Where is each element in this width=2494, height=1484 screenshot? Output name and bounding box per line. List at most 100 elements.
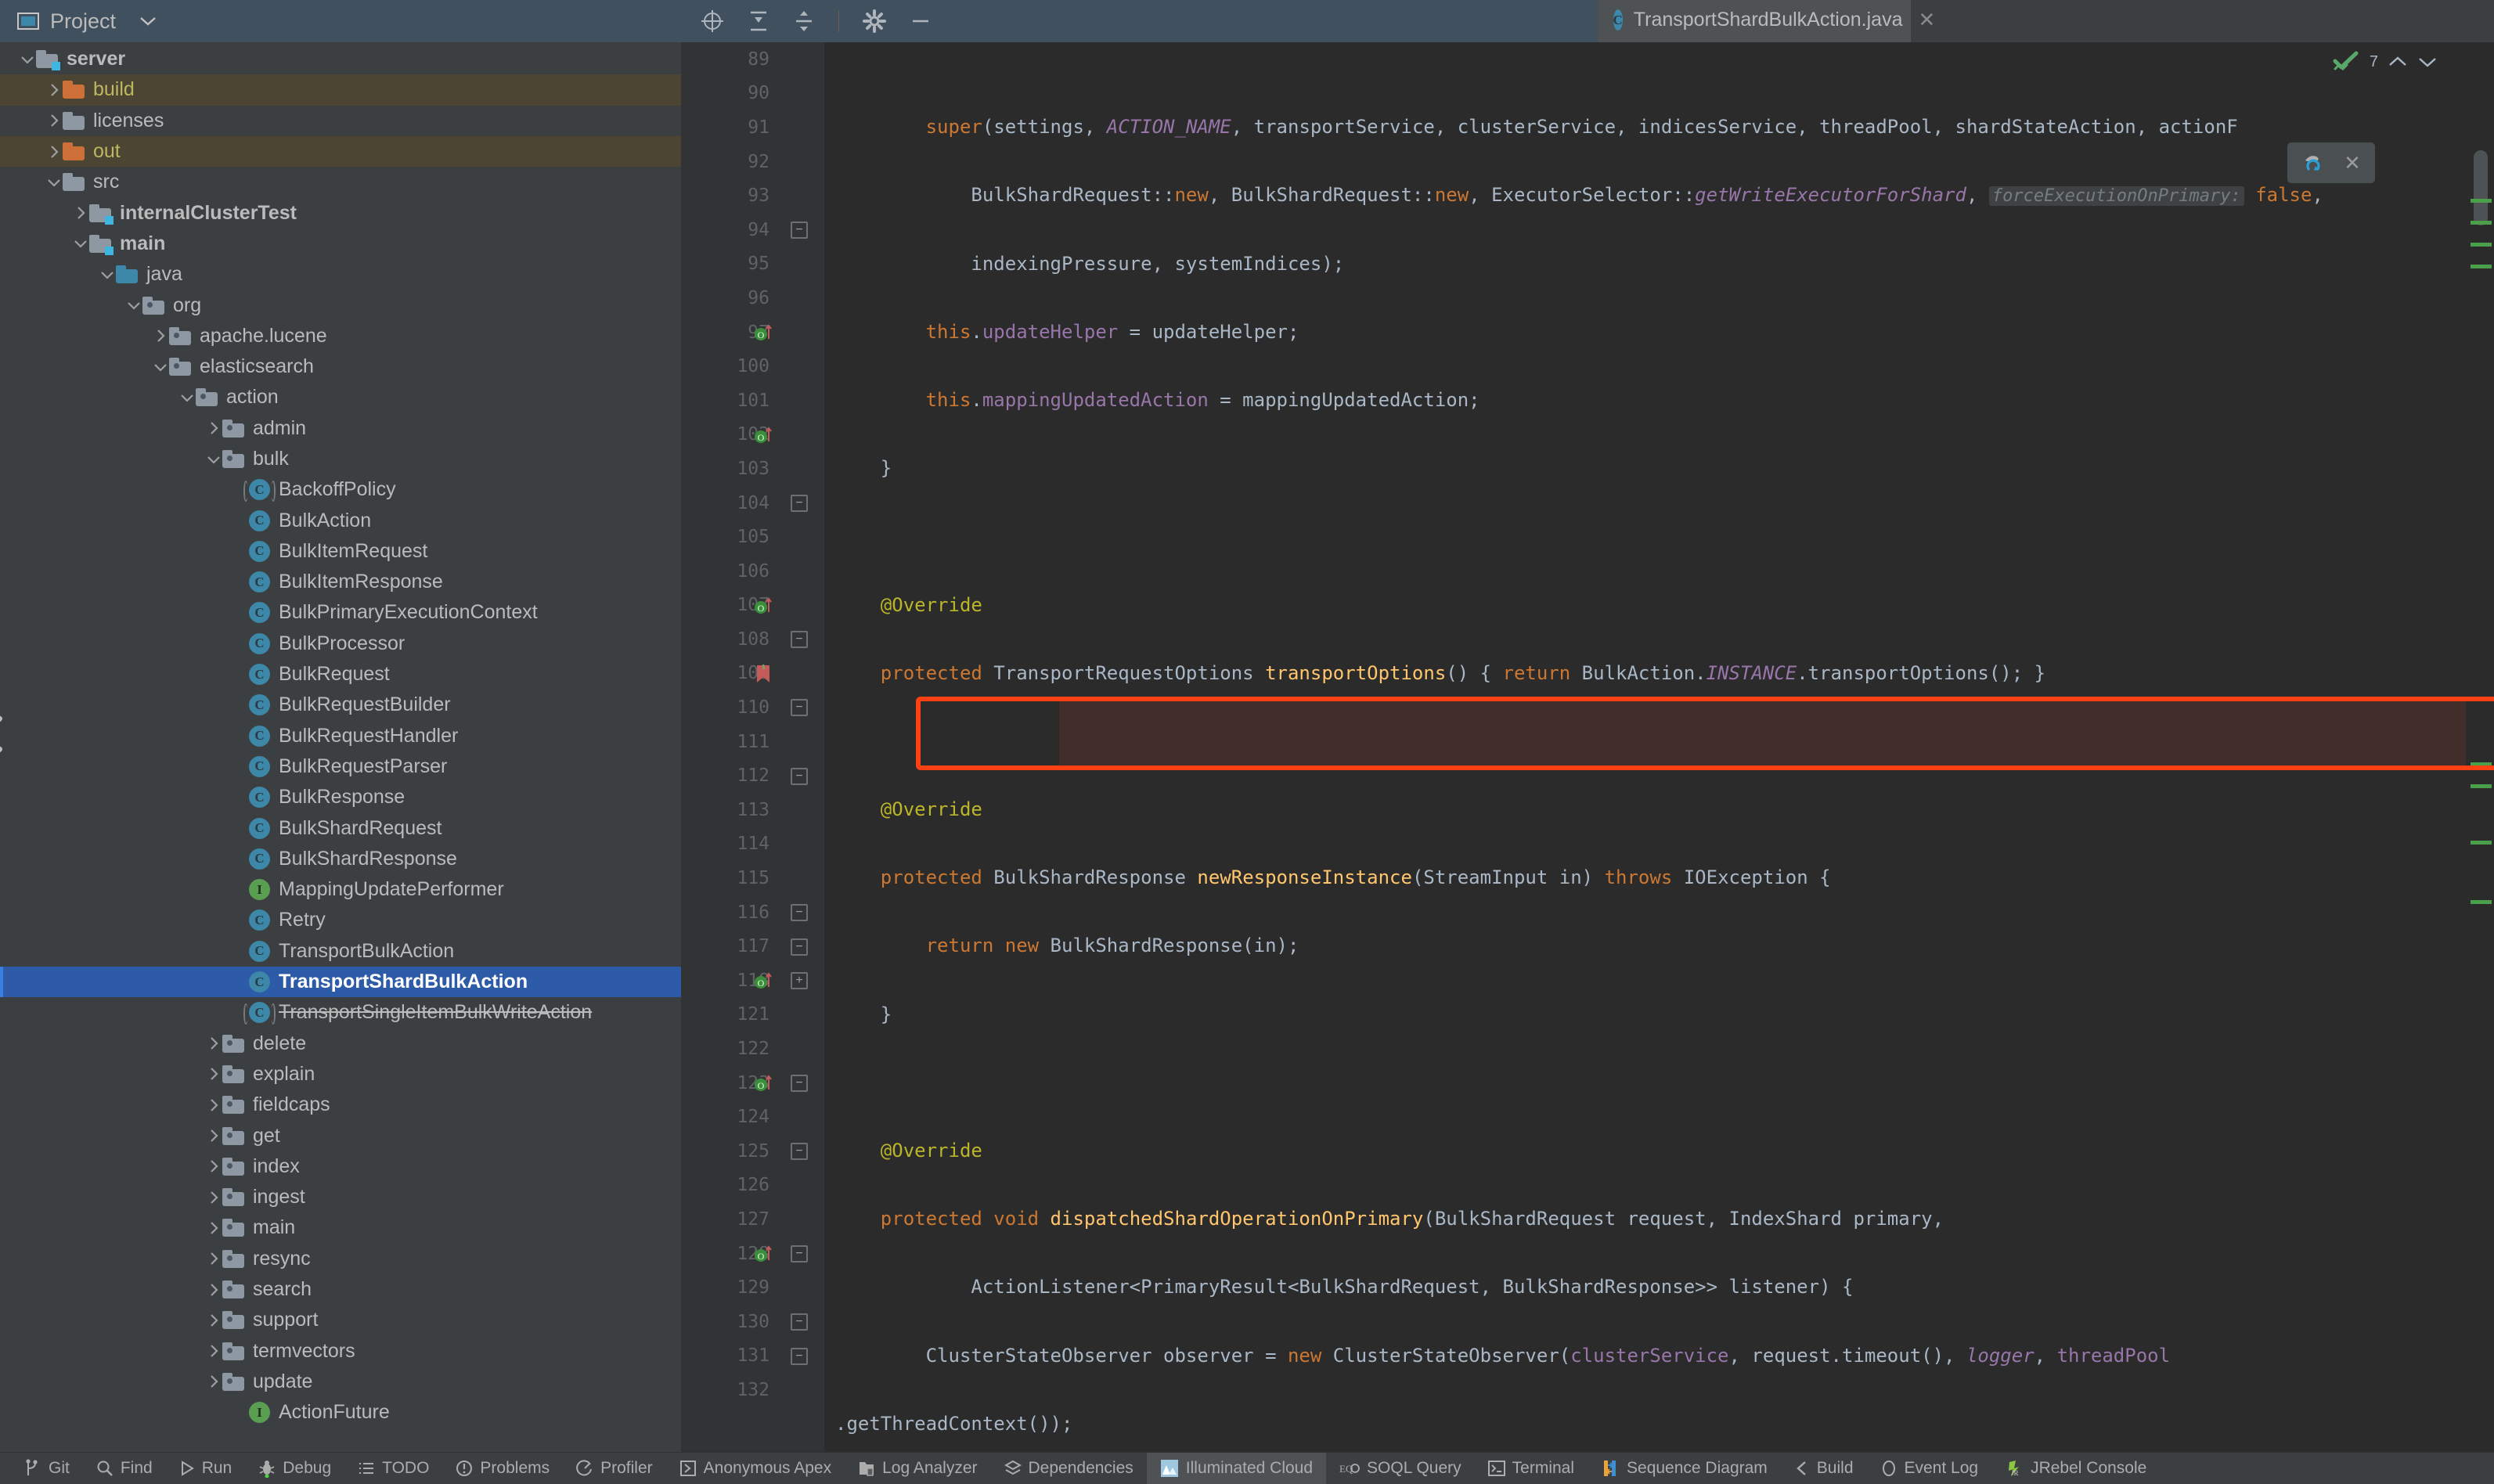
status-bar-item-debug[interactable]: Debug (245, 1453, 344, 1484)
inspection-widget[interactable]: 7 (2332, 50, 2438, 74)
override-arrow-icon[interactable]: O (681, 424, 779, 446)
chevron-right-icon[interactable] (205, 1158, 222, 1174)
chevron-right-icon[interactable] (205, 1128, 222, 1144)
tree-node[interactable]: search (0, 1274, 681, 1305)
tree-node[interactable]: CBulkRequestBuilder (0, 690, 681, 720)
tree-node[interactable]: get (0, 1120, 681, 1151)
tree-node[interactable]: src (0, 167, 681, 197)
chevron-right-icon[interactable] (205, 420, 222, 436)
tree-node[interactable]: licenses (0, 106, 681, 136)
chevron-down-icon[interactable] (45, 177, 63, 188)
tree-node[interactable]: server (0, 44, 681, 74)
chevron-right-icon[interactable] (152, 328, 169, 344)
tree-node[interactable]: admin (0, 413, 681, 444)
tree-node[interactable]: CBackoffPolicy (0, 474, 681, 505)
fold-toggle[interactable]: + (791, 972, 808, 989)
tree-node[interactable]: CBulkShardRequest (0, 812, 681, 843)
tree-node[interactable]: CTransportBulkAction (0, 936, 681, 967)
chevron-right-icon[interactable] (205, 1343, 222, 1359)
status-bar-item-log-analyzer[interactable]: Log Analyzer (845, 1453, 990, 1484)
tree-node[interactable]: update (0, 1367, 681, 1397)
bookmark-icon[interactable] (681, 663, 779, 685)
gradle-reload-icon[interactable] (2301, 149, 2328, 176)
tree-node[interactable]: support (0, 1305, 681, 1335)
tree-node[interactable]: CBulkResponse (0, 782, 681, 812)
chevron-right-icon[interactable] (205, 1097, 222, 1113)
status-bar-item-find[interactable]: Find (83, 1453, 166, 1484)
status-bar-item-soql-query[interactable]: EQSOQL Query (1326, 1453, 1475, 1484)
implements-icon[interactable]: O (681, 1072, 779, 1094)
tree-node[interactable]: CBulkAction (0, 505, 681, 535)
tree-node[interactable]: CBulkProcessor (0, 629, 681, 659)
chevron-down-icon[interactable] (139, 16, 157, 27)
tree-node[interactable]: termvectors (0, 1335, 681, 1366)
tree-node[interactable]: main (0, 1212, 681, 1243)
tree-node[interactable]: java (0, 259, 681, 290)
tree-node[interactable]: index (0, 1151, 681, 1182)
tree-node[interactable]: CBulkRequestParser (0, 751, 681, 782)
fold-toggle[interactable]: − (791, 1313, 808, 1331)
tree-node[interactable]: apache.lucene (0, 321, 681, 351)
fold-toggle[interactable]: − (791, 699, 808, 716)
scrollbar-thumb[interactable] (2474, 150, 2488, 225)
locate-icon[interactable] (701, 9, 724, 33)
fold-toggle[interactable]: − (791, 222, 808, 239)
tree-node[interactable]: CTransportSingleItemBulkWriteAction (0, 997, 681, 1028)
tree-node[interactable]: build (0, 74, 681, 105)
override-arrow-icon[interactable]: O (681, 595, 779, 617)
status-bar-item-sequence-diagram[interactable]: Sequence Diagram (1588, 1453, 1781, 1484)
chevron-right-icon[interactable] (205, 1190, 222, 1205)
code-text[interactable]: super(settings, ACTION_NAME, transportSe… (824, 42, 2466, 1452)
tree-node[interactable]: CBulkRequestHandler (0, 721, 681, 751)
implements-icon[interactable]: O (681, 1243, 779, 1265)
chevron-right-icon[interactable] (45, 113, 63, 128)
tree-node-selected[interactable]: CTransportShardBulkAction (0, 967, 681, 997)
status-bar-item-profiler[interactable]: Profiler (563, 1453, 666, 1484)
tree-node[interactable]: CRetry (0, 905, 681, 935)
status-bar-item-dependencies[interactable]: Dependencies (991, 1453, 1147, 1484)
tree-node[interactable]: fieldcaps (0, 1090, 681, 1120)
chevron-right-icon[interactable] (205, 1220, 222, 1236)
chevron-down-icon[interactable] (72, 238, 89, 249)
expand-all-icon[interactable] (793, 9, 815, 33)
chevron-down-icon[interactable] (152, 362, 169, 373)
status-bar-item-run[interactable]: Run (166, 1453, 246, 1484)
project-tool-window-header[interactable]: Project (0, 0, 681, 42)
error-stripe[interactable] (2466, 42, 2494, 1452)
close-icon[interactable]: ✕ (2344, 151, 2361, 175)
tree-node[interactable]: explain (0, 1059, 681, 1090)
status-bar-item-anonymous-apex[interactable]: Anonymous Apex (666, 1453, 845, 1484)
chevron-down-icon[interactable] (178, 392, 196, 403)
chevron-right-icon[interactable] (205, 1036, 222, 1051)
editor-tab[interactable]: C TransportShardBulkAction.java ✕ (1598, 0, 1911, 42)
fold-toggle[interactable]: − (791, 1245, 808, 1262)
chevron-up-icon[interactable] (2388, 55, 2408, 69)
chevron-right-icon[interactable] (45, 144, 63, 160)
gradle-reload-popup[interactable]: ✕ (2287, 142, 2375, 183)
chevron-right-icon[interactable] (45, 82, 63, 98)
implements-icon[interactable]: O (681, 970, 779, 992)
fold-toggle[interactable]: − (791, 1348, 808, 1365)
fold-toggle[interactable]: − (791, 768, 808, 785)
status-bar-item-illuminated-cloud[interactable]: Illuminated Cloud (1147, 1453, 1326, 1484)
tree-node[interactable]: CBulkPrimaryExecutionContext (0, 597, 681, 628)
tree-node[interactable]: resync (0, 1244, 681, 1274)
tree-node[interactable]: IMappingUpdatePerformer (0, 874, 681, 905)
tree-node[interactable]: CBulkShardResponse (0, 844, 681, 874)
chevron-down-icon[interactable] (99, 269, 116, 280)
tree-node[interactable]: CBulkRequest (0, 659, 681, 690)
chevron-down-icon[interactable] (2417, 55, 2438, 69)
status-bar-item-terminal[interactable]: Terminal (1475, 1453, 1588, 1484)
status-bar-item-build[interactable]: Build (1781, 1453, 1867, 1484)
chevron-right-icon[interactable] (205, 1066, 222, 1082)
close-icon[interactable]: ✕ (1913, 8, 1935, 32)
status-bar-item-problems[interactable]: Problems (442, 1453, 563, 1484)
tree-node[interactable]: out (0, 136, 681, 167)
tree-node[interactable]: bulk (0, 444, 681, 474)
code-editor[interactable]: 8990919293949596971001011021031041051061… (681, 42, 2494, 1452)
status-bar-item-todo[interactable]: TODO (344, 1453, 442, 1484)
fold-toggle[interactable]: − (791, 1143, 808, 1160)
fold-toggle[interactable]: − (791, 904, 808, 921)
chevron-down-icon[interactable] (19, 54, 36, 65)
fold-toggle[interactable]: − (791, 495, 808, 512)
